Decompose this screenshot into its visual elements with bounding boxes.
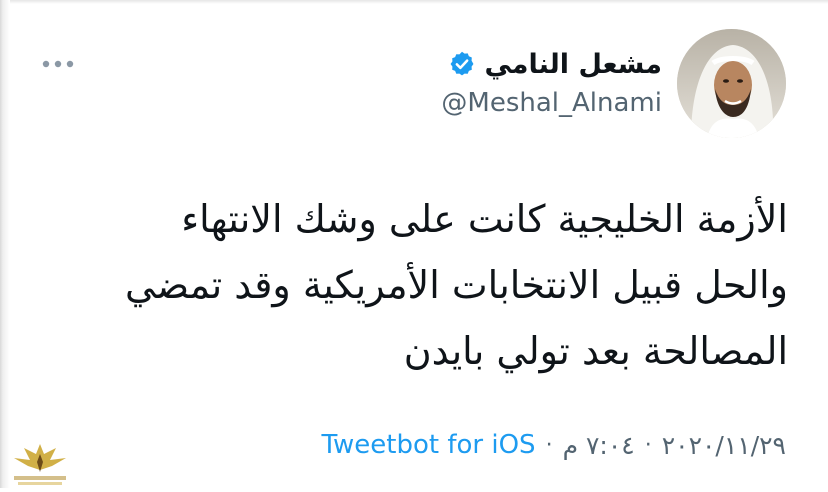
avatar[interactable] — [677, 29, 786, 138]
display-name[interactable]: مشعل النامي — [484, 49, 662, 80]
more-options-icon — [42, 60, 74, 68]
more-options-button[interactable] — [36, 52, 80, 76]
arab-defense-forum-watermark — [8, 436, 72, 488]
eagle-logo-icon — [14, 444, 66, 485]
tweet-text-line: الأزمة الخليجية كانت على وشك الانتهاء — [181, 197, 788, 241]
tweet-header: مشعل النامي @Meshal_Alnami — [441, 44, 662, 119]
tweet-date[interactable]: ٢٠٢٠/١١/٢٩ — [662, 431, 786, 460]
name-row: مشعل النامي — [441, 44, 662, 84]
meta-separator: · — [644, 432, 652, 458]
left-border — [0, 0, 10, 488]
verified-badge-icon — [451, 51, 474, 76]
tweet-time[interactable]: ٧:٠٤ م — [563, 431, 635, 460]
avatar-photo — [677, 29, 786, 138]
tweet-text-line: والحل قبيل الانتخابات الأمريكية وقد تمضي — [125, 263, 788, 307]
tweet-text: الأزمة الخليجية كانت على وشك الانتهاء وا… — [48, 186, 788, 384]
tweet-meta: ٢٠٢٠/١١/٢٩ · ٧:٠٤ م · Tweetbot for iOS — [321, 425, 786, 465]
tweet-source-link[interactable]: Tweetbot for iOS — [321, 430, 535, 460]
user-handle[interactable]: @Meshal_Alnami — [441, 88, 662, 118]
tweet-card: مشعل النامي @Meshal_Alnami الأزمة الخليج… — [0, 0, 828, 488]
tweet-text-line: المصالحة بعد تولي بايدن — [403, 329, 788, 373]
meta-separator: · — [545, 432, 553, 458]
top-border — [0, 0, 828, 4]
